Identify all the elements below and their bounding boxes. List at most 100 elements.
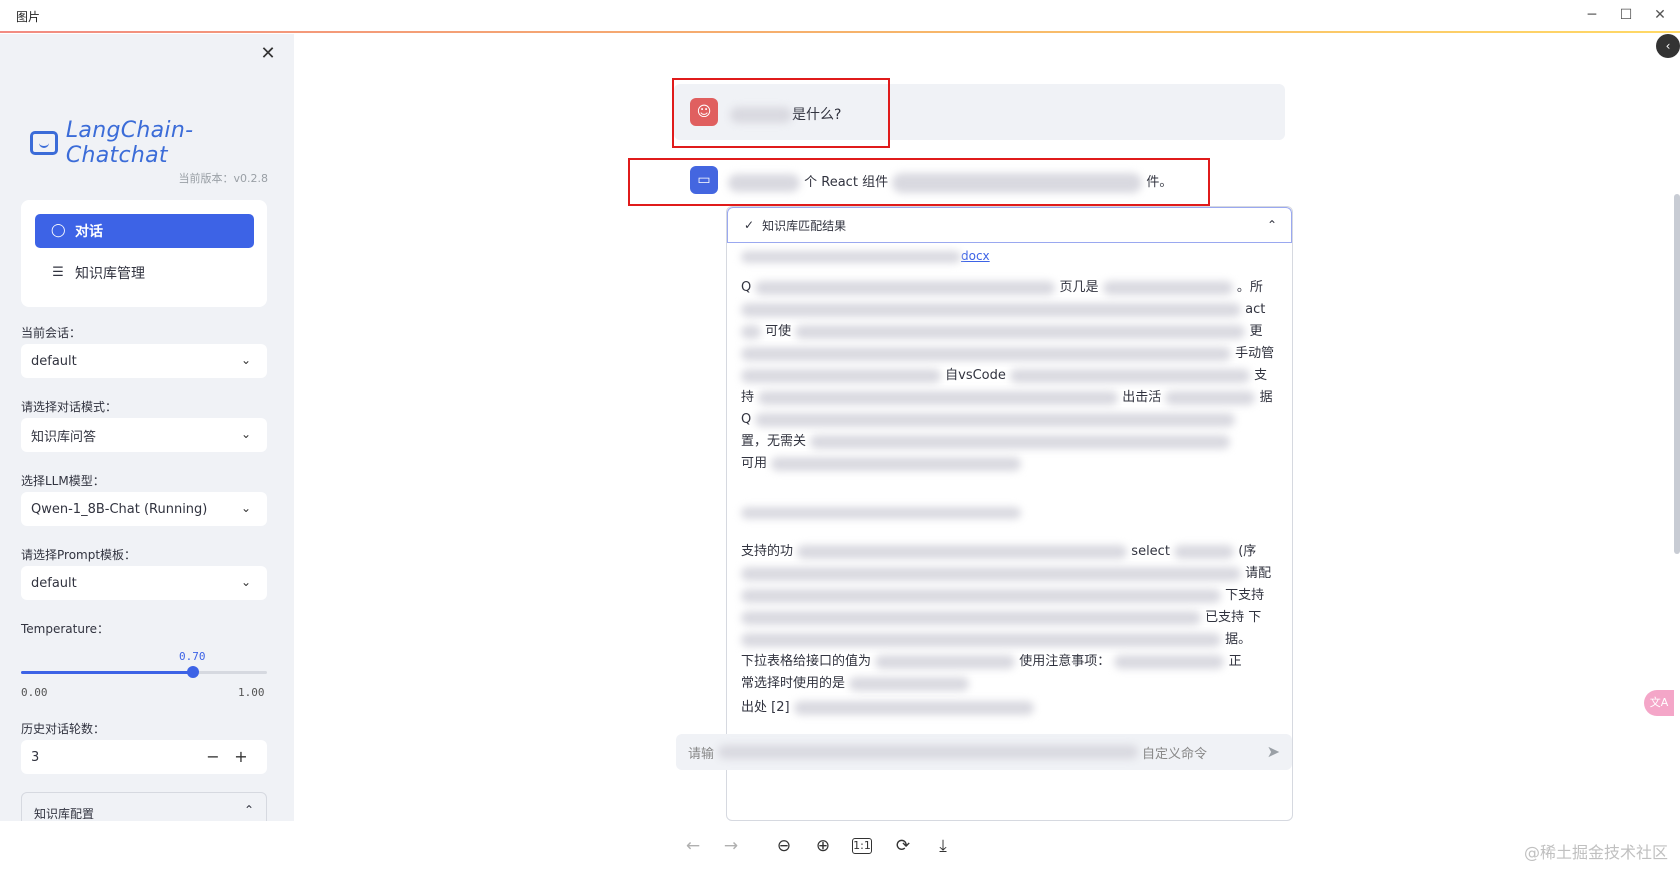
app-logo: LangChain-Chatchat — [30, 118, 294, 168]
blurred-text — [741, 324, 761, 339]
main-scrollbar[interactable] — [1674, 194, 1680, 554]
blurred-text — [741, 302, 1241, 317]
download-icon[interactable]: ⤓ — [932, 835, 954, 857]
kb-result-footer: 出处 [2] — [741, 697, 1281, 719]
watermark: @稀土掘金技术社区 — [1523, 843, 1668, 862]
translate-icon[interactable]: 文A — [1644, 690, 1674, 716]
temperature-min: 0.00 — [21, 686, 48, 699]
text-fragment: 手动管 — [1235, 346, 1275, 361]
blurred-text — [755, 412, 1236, 427]
blurred-text — [741, 506, 1021, 519]
temperature-max: 1.00 — [238, 686, 265, 699]
text-fragment: (序 — [1238, 544, 1257, 559]
chat-logo-icon — [30, 131, 58, 155]
blurred-text — [810, 434, 1231, 449]
mode-select[interactable]: 知识库问答 ⌄ — [21, 418, 267, 452]
blurred-text — [741, 566, 1241, 581]
doc-link[interactable] — [741, 505, 1021, 519]
blurred-text — [1114, 654, 1225, 669]
zoom-out-icon[interactable]: ⊖ — [773, 835, 795, 857]
sidebar-close-icon[interactable]: ✕ — [258, 44, 278, 64]
llm-select[interactable]: Qwen-1_8B-Chat (Running) ⌄ — [21, 492, 267, 526]
session-label: 当前会话： — [21, 326, 82, 340]
chevron-down-icon: ⌄ — [241, 427, 252, 441]
blurred-text — [741, 610, 1201, 625]
arrow-right-icon[interactable]: → — [720, 835, 742, 857]
input-placeholder-prefix: 请输 — [688, 746, 715, 762]
check-icon: ✓ — [744, 218, 755, 232]
text-fragment: 据。 — [1225, 632, 1252, 647]
kb-results-expander: ✓ 知识库匹配结果 ⌃ docx Q 页几是 。所 act 可使 更 手动管 自… — [726, 206, 1293, 821]
chevron-down-icon: ⌄ — [241, 501, 252, 515]
minus-icon[interactable]: − — [203, 747, 223, 767]
text-fragment: 更 — [1249, 324, 1263, 339]
highlight-box — [672, 78, 890, 148]
temperature-slider[interactable] — [21, 666, 267, 678]
text-fragment: 使用注意事项： — [1019, 654, 1111, 669]
kb-config-expander[interactable]: 知识库配置 ⌃ — [21, 792, 267, 821]
text-fragment: select — [1131, 544, 1170, 559]
blurred-text — [741, 588, 1221, 603]
actual-size-icon[interactable]: 1:1 — [852, 838, 872, 854]
temperature-label: Temperature： — [21, 622, 110, 636]
blurred-text — [741, 250, 961, 263]
chevron-up-icon: ⌃ — [243, 803, 254, 817]
database-icon: ☰ — [52, 265, 64, 280]
blurred-text — [875, 654, 1016, 669]
blurred-text — [795, 324, 1246, 339]
blurred-text — [849, 676, 970, 691]
mode-label: 请选择对话模式： — [21, 400, 118, 414]
text-fragment: 页几是 — [1059, 280, 1099, 295]
slider-thumb[interactable] — [187, 666, 200, 678]
text-fragment: 下拉表格给接口的值为 — [741, 654, 872, 669]
chat-main: ‹ ☺ 是什么? ▭ 个 React 组件 件。 ✓ 知识库匹配结果 ⌃ doc… — [294, 34, 1680, 821]
doc-link-suffix: docx — [961, 249, 990, 263]
text-fragment: act — [1245, 302, 1266, 317]
chat-input[interactable]: 请输 自定义命令 ➤ — [676, 734, 1292, 770]
blurred-text — [1102, 280, 1233, 295]
prompt-label: 请选择Prompt模板： — [21, 548, 137, 562]
sidebar: ✕ LangChain-Chatchat 当前版本：v0.2.8 ◯ 对话 ☰ … — [0, 34, 294, 821]
kb-config-label: 知识库配置 — [34, 807, 95, 821]
blurred-text — [1165, 390, 1256, 405]
history-stepper[interactable]: 3 − + — [21, 740, 267, 774]
maximize-icon[interactable]: ☐ — [1614, 4, 1638, 26]
logo-text: LangChain-Chatchat — [65, 118, 194, 168]
nav-menu: ◯ 对话 ☰ 知识库管理 — [21, 200, 267, 307]
minimize-icon[interactable]: ─ — [1580, 4, 1604, 26]
blurred-text — [797, 544, 1128, 559]
blurred-text — [741, 368, 941, 383]
text-fragment: 支持的功 — [741, 544, 794, 559]
kb-results-header[interactable]: ✓ 知识库匹配结果 ⌃ — [727, 207, 1292, 243]
blurred-text — [755, 280, 1056, 295]
nav-item-knowledge-base[interactable]: ☰ 知识库管理 — [35, 256, 254, 290]
text-fragment: 出击活 — [1122, 390, 1162, 405]
text-fragment: 已支持 下 — [1205, 610, 1262, 625]
title-bar: 图片 ─ ☐ ✕ — [0, 0, 1680, 33]
plus-icon[interactable]: + — [231, 747, 251, 767]
text-fragment: 可使 — [765, 324, 792, 339]
chevron-up-icon: ⌃ — [1266, 218, 1277, 232]
text-fragment: 出处 [2] — [741, 700, 790, 715]
input-placeholder-suffix: 自定义命令 — [1142, 746, 1208, 762]
blurred-text — [771, 456, 1022, 471]
kb-result-paragraph: Q 页几是 。所 act 可使 更 手动管 自vsCode 支 持 出击活 据 … — [741, 277, 1281, 475]
send-icon[interactable]: ➤ — [1267, 742, 1280, 761]
rotate-icon[interactable]: ⟳ — [892, 835, 914, 857]
nav-item-chat[interactable]: ◯ 对话 — [35, 214, 254, 248]
doc-link[interactable]: docx — [741, 249, 990, 263]
title-accent-line — [0, 31, 1680, 33]
close-icon[interactable]: ✕ — [1648, 4, 1672, 26]
zoom-in-icon[interactable]: ⊕ — [812, 835, 834, 857]
text-fragment: 。所 — [1236, 280, 1263, 295]
blurred-text — [793, 700, 1034, 715]
session-select[interactable]: default ⌄ — [21, 344, 267, 378]
prompt-select[interactable]: default ⌄ — [21, 566, 267, 600]
blurred-text — [758, 390, 1119, 405]
kb-result-paragraph: 支持的功 select (序 请配 下支持 已支持 下 据。 下拉表格给接口的值… — [741, 541, 1281, 695]
history-label: 历史对话轮数： — [21, 722, 106, 736]
chevron-down-icon: ⌄ — [241, 575, 252, 589]
arrow-left-icon[interactable]: ← — [682, 835, 704, 857]
highlight-box — [628, 158, 1210, 206]
chevron-left-icon[interactable]: ‹ — [1656, 34, 1680, 58]
